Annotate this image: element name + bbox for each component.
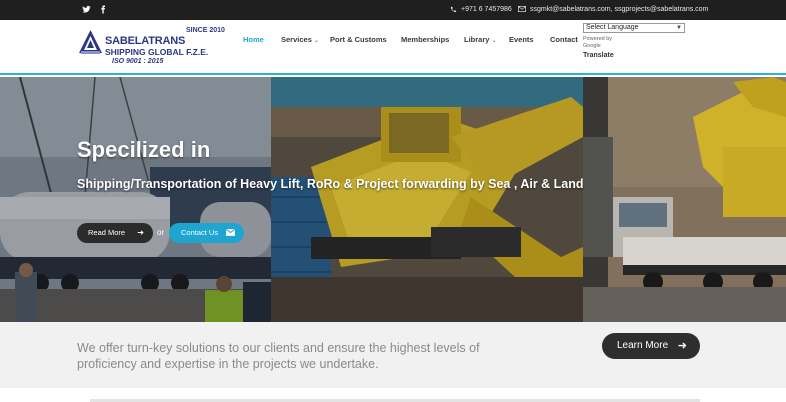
- contact-us-label: Contact Us: [181, 228, 219, 237]
- nav-home[interactable]: Home: [243, 35, 264, 44]
- offer-section: We offer turn-key solutions to our clien…: [0, 322, 786, 388]
- hero-overlay: [0, 77, 786, 322]
- email-info[interactable]: ssgmkt@sabelatrans.com, ssgprojects@sabe…: [518, 0, 708, 20]
- nav-port-customs-label: Port & Customs: [330, 35, 387, 44]
- learn-more-button[interactable]: Learn More ➜: [602, 333, 700, 359]
- arrow-right-icon: ➜: [137, 228, 144, 237]
- google-label: Google: [583, 43, 601, 49]
- logo-subtitle: SHIPPING GLOBAL F.Z.E.: [105, 47, 209, 57]
- nav-home-label: Home: [243, 35, 264, 44]
- top-bar: +971 6 7457986 ssgmkt@sabelatrans.com, s…: [0, 0, 786, 20]
- powered-by-google: Powered by Google: [583, 36, 612, 50]
- nav-events[interactable]: Events: [509, 35, 534, 44]
- nav-library-label: Library: [464, 35, 490, 44]
- facebook-icon[interactable]: [96, 3, 110, 17]
- logo-emblem-icon: [79, 30, 102, 54]
- next-section-hint: [0, 388, 786, 402]
- language-select[interactable]: Select Language ▼: [583, 23, 685, 33]
- nav-port-customs[interactable]: Port & Customs: [330, 35, 387, 44]
- nav-contact-label: Contact: [550, 35, 578, 44]
- contact-us-button[interactable]: Contact Us: [169, 223, 244, 243]
- read-more-button[interactable]: Read More ➜: [77, 223, 153, 243]
- offer-text: We offer turn-key solutions to our clien…: [77, 341, 480, 371]
- chevron-down-icon: ▼: [676, 25, 682, 31]
- powered-by-label: Powered by: [583, 36, 613, 42]
- nav-services-label: Services: [281, 35, 312, 44]
- phone-icon: [450, 6, 457, 12]
- nav-contact[interactable]: Contact: [550, 35, 578, 44]
- nav-memberships[interactable]: Memberships: [401, 35, 449, 44]
- or-separator: or: [157, 228, 165, 237]
- phone-number: +971 6 7457986: [461, 6, 512, 13]
- phone-info[interactable]: +971 6 7457986: [450, 0, 512, 20]
- nav-services[interactable]: Services ⌄: [281, 35, 319, 44]
- hero-subtitle: Shipping/Transportation of Heavy Lift, R…: [77, 177, 584, 191]
- envelope-icon: [226, 229, 235, 236]
- email-addresses: ssgmkt@sabelatrans.com, ssgprojects@sabe…: [530, 6, 709, 13]
- logo-since: SINCE 2010: [186, 27, 225, 34]
- hero-slider: Specilized in Shipping/Transportation of…: [0, 77, 786, 322]
- envelope-icon: [518, 6, 526, 13]
- site-header: SINCE 2010 SABELATRANS SHIPPING GLOBAL F…: [0, 20, 786, 75]
- translate-link[interactable]: Translate: [583, 52, 614, 59]
- read-more-label: Read More: [88, 228, 126, 237]
- nav-library[interactable]: Library ⌄: [464, 35, 496, 44]
- chevron-down-icon: ⌄: [491, 38, 497, 44]
- logo-iso: ISO 9001 : 2015: [112, 58, 164, 65]
- arrow-right-icon: ➜: [677, 340, 687, 352]
- hero-title: Specilized in: [77, 137, 211, 162]
- chevron-down-icon: ⌄: [313, 38, 319, 44]
- twitter-icon[interactable]: [79, 3, 93, 17]
- site-logo[interactable]: SINCE 2010 SABELATRANS SHIPPING GLOBAL F…: [78, 27, 228, 69]
- logo-name: SABELATRANS: [105, 35, 186, 47]
- nav-memberships-label: Memberships: [401, 35, 450, 44]
- learn-more-label: Learn More: [617, 340, 669, 351]
- language-select-value: Select Language: [586, 24, 639, 31]
- nav-events-label: Events: [509, 35, 534, 44]
